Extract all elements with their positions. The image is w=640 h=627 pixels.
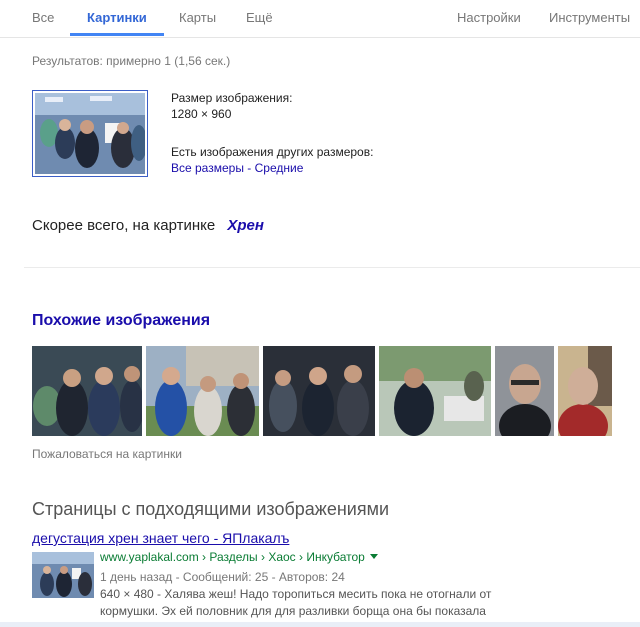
tab-all[interactable]: Все: [32, 10, 54, 25]
size-links: Все размеры - Средние: [171, 161, 303, 175]
result-url-text: www.yaplakal.com › Разделы › Хаос › Инку…: [100, 550, 365, 564]
similar-image-1[interactable]: [32, 346, 142, 436]
bottom-bar: [0, 622, 640, 627]
matching-pages-title: Страницы с подходящими изображениями: [32, 499, 390, 519]
result-snippet: 640 × 480 - Халява жеш! Надо торопиться …: [100, 587, 492, 618]
query-image: [35, 93, 147, 174]
result-url: www.yaplakal.com › Разделы › Хаос › Инку…: [100, 550, 378, 564]
result-thumbnail[interactable]: [32, 552, 94, 598]
all-sizes-link[interactable]: Все размеры: [171, 161, 244, 175]
report-images-link[interactable]: Пожаловаться на картинки: [32, 447, 182, 461]
best-guess-term[interactable]: Хрен: [227, 217, 264, 234]
similar-image-6[interactable]: [558, 346, 612, 436]
divider: [24, 267, 640, 268]
image-size-value: 1280 × 960: [171, 107, 232, 121]
similar-image-5[interactable]: [495, 346, 554, 436]
similar-image-2[interactable]: [146, 346, 259, 436]
result-title-link[interactable]: дегустация хрен знает чего - ЯПлакалъ: [32, 530, 289, 546]
tab-more[interactable]: Ещё: [246, 10, 273, 25]
top-nav: Все Картинки Карты Ещё Настройки Инструм…: [0, 0, 640, 38]
best-guess: Скорее всего, на картинке Хрен: [32, 217, 264, 234]
url-dropdown-icon[interactable]: [369, 554, 378, 559]
tab-images[interactable]: Картинки: [87, 10, 147, 25]
similar-image-3[interactable]: [263, 346, 375, 436]
other-sizes-label: Есть изображения других размеров:: [171, 145, 374, 159]
image-size-label: Размер изображения:: [171, 91, 293, 105]
tools-link[interactable]: Инструменты: [549, 10, 630, 25]
active-tab-indicator: [70, 33, 164, 36]
tab-maps[interactable]: Карты: [179, 10, 216, 25]
similar-images-title[interactable]: Похожие изображения: [32, 312, 210, 330]
best-guess-prefix: Скорее всего, на картинке: [32, 217, 216, 234]
medium-sizes-link[interactable]: Средние: [255, 161, 304, 175]
query-image-thumbnail[interactable]: [32, 90, 148, 177]
results-count: Результатов: примерно 1 (1,56 сек.): [32, 54, 231, 68]
size-links-separator: -: [247, 161, 252, 175]
result-meta: 1 день назад - Сообщений: 25 - Авторов: …: [100, 570, 345, 584]
settings-link[interactable]: Настройки: [457, 10, 521, 25]
similar-image-4[interactable]: [379, 346, 491, 436]
